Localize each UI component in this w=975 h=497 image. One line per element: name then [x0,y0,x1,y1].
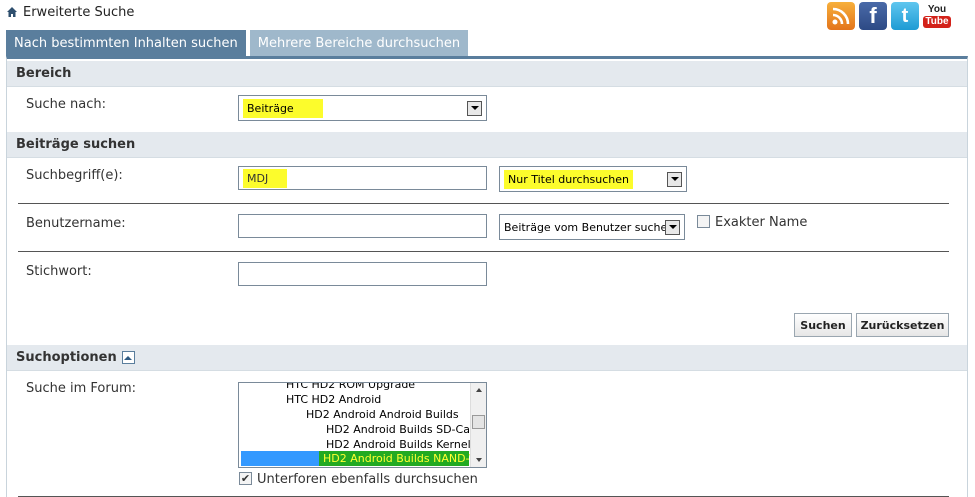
rss-icon[interactable] [827,2,855,30]
list-item[interactable]: HTC HD2 ROM Upgrade [286,383,415,392]
benutzername-input[interactable] [238,214,487,238]
suchbegriff-input[interactable]: MDJ [238,166,487,190]
list-item[interactable]: HTC HD2 Android [286,392,381,407]
tab-bestimmte-inhalte[interactable]: Nach bestimmten Inhalten suchen [6,30,246,56]
exakter-name-label: Exakter Name [715,215,808,230]
suchbegriff-value: MDJ [243,168,287,188]
social-links: f t You Tube [827,2,951,30]
youtube-icon[interactable]: You Tube [923,2,951,30]
benutzer-suchbereich-select[interactable]: Beiträge vom Benutzer suchen [499,214,685,240]
chevron-down-icon[interactable] [665,219,680,235]
list-item-selected[interactable]: HD2 Android Builds NAND-V [319,451,476,466]
list-item[interactable]: HD2 Android Builds Kernel or [326,437,485,452]
exakter-name-checkbox[interactable] [697,215,710,228]
breadcrumb: Erweiterte Suche [6,4,134,20]
listbox-scrollbar[interactable] [470,383,486,467]
tab-mehrere-bereiche[interactable]: Mehrere Bereiche durchsuchen [249,30,469,56]
twitter-icon[interactable]: t [891,2,919,30]
chevron-down-icon[interactable] [467,100,482,116]
benutzername-label: Benutzername: [26,216,126,231]
suchen-button[interactable]: Suchen [794,313,852,337]
list-item[interactable]: HD2 Android Builds SD-Card [326,422,481,437]
stichwort-label: Stichwort: [26,264,92,279]
section-bereich-heading: Bereich [7,61,967,87]
suche-nach-label: Suche nach: [26,97,106,112]
selection-highlight [241,451,319,466]
home-icon[interactable] [6,6,18,18]
divider [18,203,949,204]
divider [18,251,949,252]
scroll-down-icon[interactable] [471,453,486,467]
benutzer-suchbereich-value: Beiträge vom Benutzer suchen [504,220,665,234]
suchbegriff-label: Suchbegriff(e): [26,168,123,183]
suche-nach-value: Beiträge [243,98,323,118]
stichwort-input[interactable] [238,262,487,286]
unterforen-checkbox[interactable]: ✔ [239,472,252,485]
unterforen-label: Unterforen ebenfalls durchsuchen [257,472,478,487]
suchbereich-select[interactable]: Nur Titel durchsuchen [499,166,687,192]
search-panel: Bereich Suche nach: Beiträge Beiträge su… [6,56,968,497]
forum-listbox[interactable]: HTC HD2 ROM Upgrade HTC HD2 Android HD2 … [238,382,487,468]
search-tabs: Nach bestimmten Inhalten suchen Mehrere … [6,30,469,56]
section-suchoptionen-heading: Suchoptionen [7,345,967,371]
scroll-up-icon[interactable] [471,383,486,397]
breadcrumb-label: Erweiterte Suche [23,4,135,20]
facebook-icon[interactable]: f [859,2,887,30]
suche-im-forum-label: Suche im Forum: [26,381,137,396]
chevron-down-icon[interactable] [667,171,682,187]
section-beitraege-heading: Beiträge suchen [7,132,967,158]
zuruecksetzen-button[interactable]: Zurücksetzen [856,313,949,337]
suchbereich-value: Nur Titel durchsuchen [504,169,634,189]
suche-nach-select[interactable]: Beiträge [238,95,487,121]
scroll-thumb[interactable] [472,415,485,429]
collapse-icon[interactable] [121,351,135,364]
list-item[interactable]: HD2 Android Android Builds [306,407,459,422]
